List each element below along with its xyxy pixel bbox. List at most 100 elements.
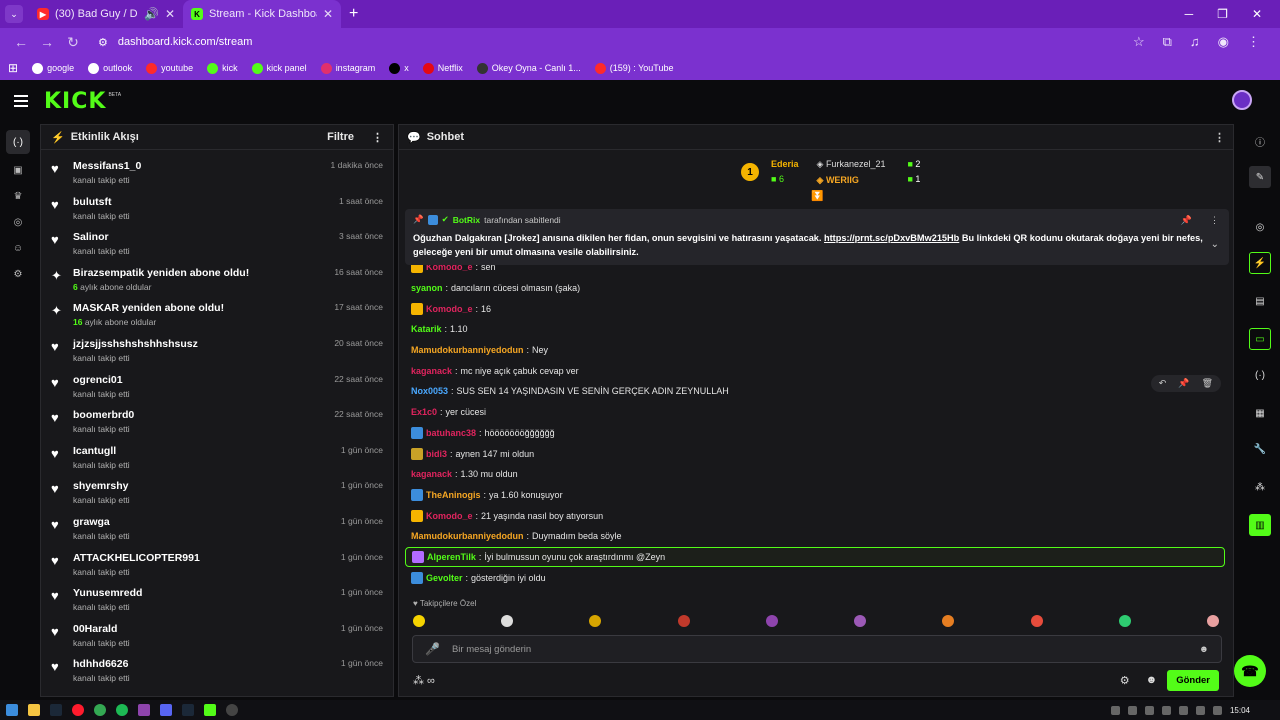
chat-username[interactable]: TheAninogis <box>426 490 481 500</box>
chat-message[interactable]: kaganack:1.30 mu oldun <box>405 464 1225 485</box>
activity-item[interactable]: ♥ Salinor kanalı takip etti 3 saat önce <box>41 225 393 261</box>
activity-user[interactable]: Messifans1_0 <box>73 160 141 172</box>
emote[interactable] <box>854 615 867 627</box>
tray-icon[interactable] <box>1127 705 1137 715</box>
activity-user[interactable]: 00Harald <box>73 623 130 635</box>
top-gifter-name[interactable]: Ederia <box>771 159 799 169</box>
tab-search-button[interactable]: ⌄ <box>5 5 23 23</box>
activity-user[interactable]: Birazsempatik yeniden abone oldu! <box>73 267 249 279</box>
gear-icon[interactable]: ⚙ <box>1120 674 1130 687</box>
third-gifter-name[interactable]: WERIIG <box>826 175 859 185</box>
clock-time[interactable]: 15:04 <box>1230 706 1250 715</box>
chat-message[interactable]: Ex1c0: yer cücesi <box>405 402 1225 423</box>
close-icon[interactable]: ✕ <box>323 7 333 21</box>
chat-message[interactable]: Nox0053: SUS SEN 14 YAŞINDASIN VE SENİN G… <box>405 381 1225 402</box>
support-chat-button[interactable]: ☎ <box>1234 655 1266 687</box>
activity-item[interactable]: ♥ grawga kanalı takip etti 1 gün önce <box>41 510 393 546</box>
chat-username[interactable]: kaganack <box>411 366 452 376</box>
emote[interactable] <box>501 615 514 627</box>
activity-item[interactable]: ♥ shyemrshy kanalı takip etti 1 gün önce <box>41 474 393 510</box>
pinned-by-user[interactable]: BotRix <box>453 215 480 225</box>
chat-message[interactable]: Katarik:1.10 <box>405 319 1225 340</box>
activity-item[interactable]: ♥ ogrenci01 kanalı takip etti 22 saat önce <box>41 368 393 404</box>
chevron-down-icon[interactable]: ⌄ <box>1211 239 1219 250</box>
chat-username[interactable]: Mamudokurbanniyedodun <box>411 345 524 355</box>
chrome-icon[interactable] <box>94 704 106 716</box>
start-icon[interactable] <box>6 704 18 716</box>
bookmark-item[interactable]: Netflix <box>422 62 463 74</box>
app-icon[interactable] <box>226 704 238 716</box>
emote[interactable] <box>413 615 425 627</box>
apps-grid-icon[interactable]: ⊞ <box>8 61 18 75</box>
kick-logo[interactable]: KICK <box>44 89 106 114</box>
chat-input[interactable]: 🎤 Bir mesaj gönderin ☻ <box>412 635 1222 663</box>
chat-username[interactable]: Komodo_e <box>426 511 473 521</box>
bookmark-item[interactable]: x <box>389 62 409 74</box>
activity-user[interactable]: grawga <box>73 516 130 528</box>
activity-item[interactable]: ♥ Icantugll kanalı takip etti 1 gün önce <box>41 439 393 475</box>
chat-username[interactable]: Gevolter <box>426 573 463 583</box>
new-tab-button[interactable]: + <box>349 5 358 23</box>
clapper-icon[interactable]: ▥ <box>1249 514 1271 536</box>
bookmark-item[interactable]: instagram <box>320 62 375 74</box>
activity-user[interactable]: ATTACKHELICOPTER991 <box>73 552 200 564</box>
kick-icon[interactable] <box>204 704 216 716</box>
steam-icon[interactable] <box>182 704 194 716</box>
chat-message[interactable]: bidi3: aynen 147 mi oldun <box>405 443 1225 464</box>
emote[interactable] <box>1030 615 1043 627</box>
tab-kick-dashboard[interactable]: K Stream - Kick Dashboard ✕ <box>183 0 341 28</box>
chat-message[interactable]: TheAninogis: ya 1.60 konuşuyor <box>405 485 1225 506</box>
users-nav-icon[interactable]: ☺ <box>10 240 26 256</box>
tray-icon[interactable] <box>1144 705 1154 715</box>
stream-nav-icon[interactable]: (·) <box>6 130 30 154</box>
chat-message[interactable]: Gevolter: gösterdiğin iyi oldu <box>405 567 1225 588</box>
close-icon[interactable]: ✕ <box>165 7 175 21</box>
emote[interactable] <box>765 615 778 627</box>
chat-username[interactable]: Nox0053 <box>411 386 448 396</box>
chat-icon[interactable]: ▭ <box>1249 328 1271 350</box>
explorer-icon[interactable] <box>28 704 40 716</box>
camera-nav-icon[interactable]: ◎ <box>10 214 26 230</box>
emote[interactable] <box>1206 615 1219 627</box>
url-bar[interactable]: ⚙ dashboard.kick.com/stream <box>98 31 1133 53</box>
discord-icon[interactable] <box>160 704 172 716</box>
emote[interactable] <box>1118 615 1131 627</box>
chat-username[interactable]: kaganack <box>411 469 452 479</box>
activity-user[interactable]: hdhhd6626 <box>73 658 130 670</box>
bookmark-item[interactable]: youtube <box>146 62 193 74</box>
minimize-icon[interactable]: ─ <box>1185 7 1194 21</box>
unpin-icon[interactable]: 📌 <box>1181 215 1192 226</box>
activity-item[interactable]: ♥ bulutsft kanalı takip etti 1 saat önce <box>41 190 393 226</box>
chat-username[interactable]: Ex1c0 <box>411 407 437 417</box>
emoji-icon[interactable]: ☻ <box>1199 644 1209 655</box>
more-options-icon[interactable]: ⋮ <box>1214 131 1225 144</box>
bookmark-item[interactable]: (159) : YouTube <box>594 62 673 74</box>
chat-message[interactable]: Mamudokurbanniyedodun: Ney <box>405 340 1225 361</box>
reload-icon[interactable]: ↻ <box>60 34 86 51</box>
chat-message[interactable]: Komodo_e:21 yaşında nasıl boy atıyorsun <box>405 505 1225 526</box>
layers-icon[interactable]: ▦ <box>1249 402 1271 424</box>
bookmark-item[interactable]: outlook <box>88 62 132 74</box>
activity-item[interactable]: ♥ hdhhd6626 kanalı takip etti 1 gün önce <box>41 652 393 688</box>
chat-message[interactable]: batuhanc38: höööööööğğğğğğ <box>405 423 1225 444</box>
activity-user[interactable]: Salinor <box>73 231 130 243</box>
opera-icon[interactable] <box>72 704 84 716</box>
trophy-nav-icon[interactable]: ♛ <box>10 188 26 204</box>
activity-item[interactable]: ♥ Messifans1_0 kanalı takip etti 1 dakika ö… <box>41 154 393 190</box>
reply-icon[interactable]: ↶ <box>1159 378 1167 389</box>
more-icon[interactable]: ⋮ <box>1247 34 1260 50</box>
restore-icon[interactable]: ❐ <box>1217 7 1228 21</box>
broadcast-icon[interactable]: (·) <box>1249 364 1271 386</box>
tab-youtube[interactable]: ▶ (30) Bad Guy / Dansöz - Yo 🔊 ✕ <box>29 0 183 28</box>
tray-icon[interactable] <box>1161 705 1171 715</box>
send-button[interactable]: Gönder <box>1167 669 1219 691</box>
emote[interactable] <box>589 615 602 627</box>
chat-message[interactable]: kaganack: mc niye açık çabuk cevap ver <box>405 360 1225 381</box>
activity-user[interactable]: jzjzsjjsshshshshhshsusz <box>73 338 198 350</box>
chat-message[interactable]: syanon: dancıların cücesi olmasın (şaka) <box>405 278 1225 299</box>
activity-item[interactable]: ✦ MASKAR yeniden abone oldu! 16 aylık abon… <box>41 296 393 332</box>
site-info-icon[interactable]: ⚙ <box>98 36 108 49</box>
activity-item[interactable]: ♥ boomerbrd0 kanalı takip etti 22 saat önce <box>41 403 393 439</box>
activity-user[interactable]: ogrenci01 <box>73 374 130 386</box>
activity-user[interactable]: Yunusemredd <box>73 587 142 599</box>
